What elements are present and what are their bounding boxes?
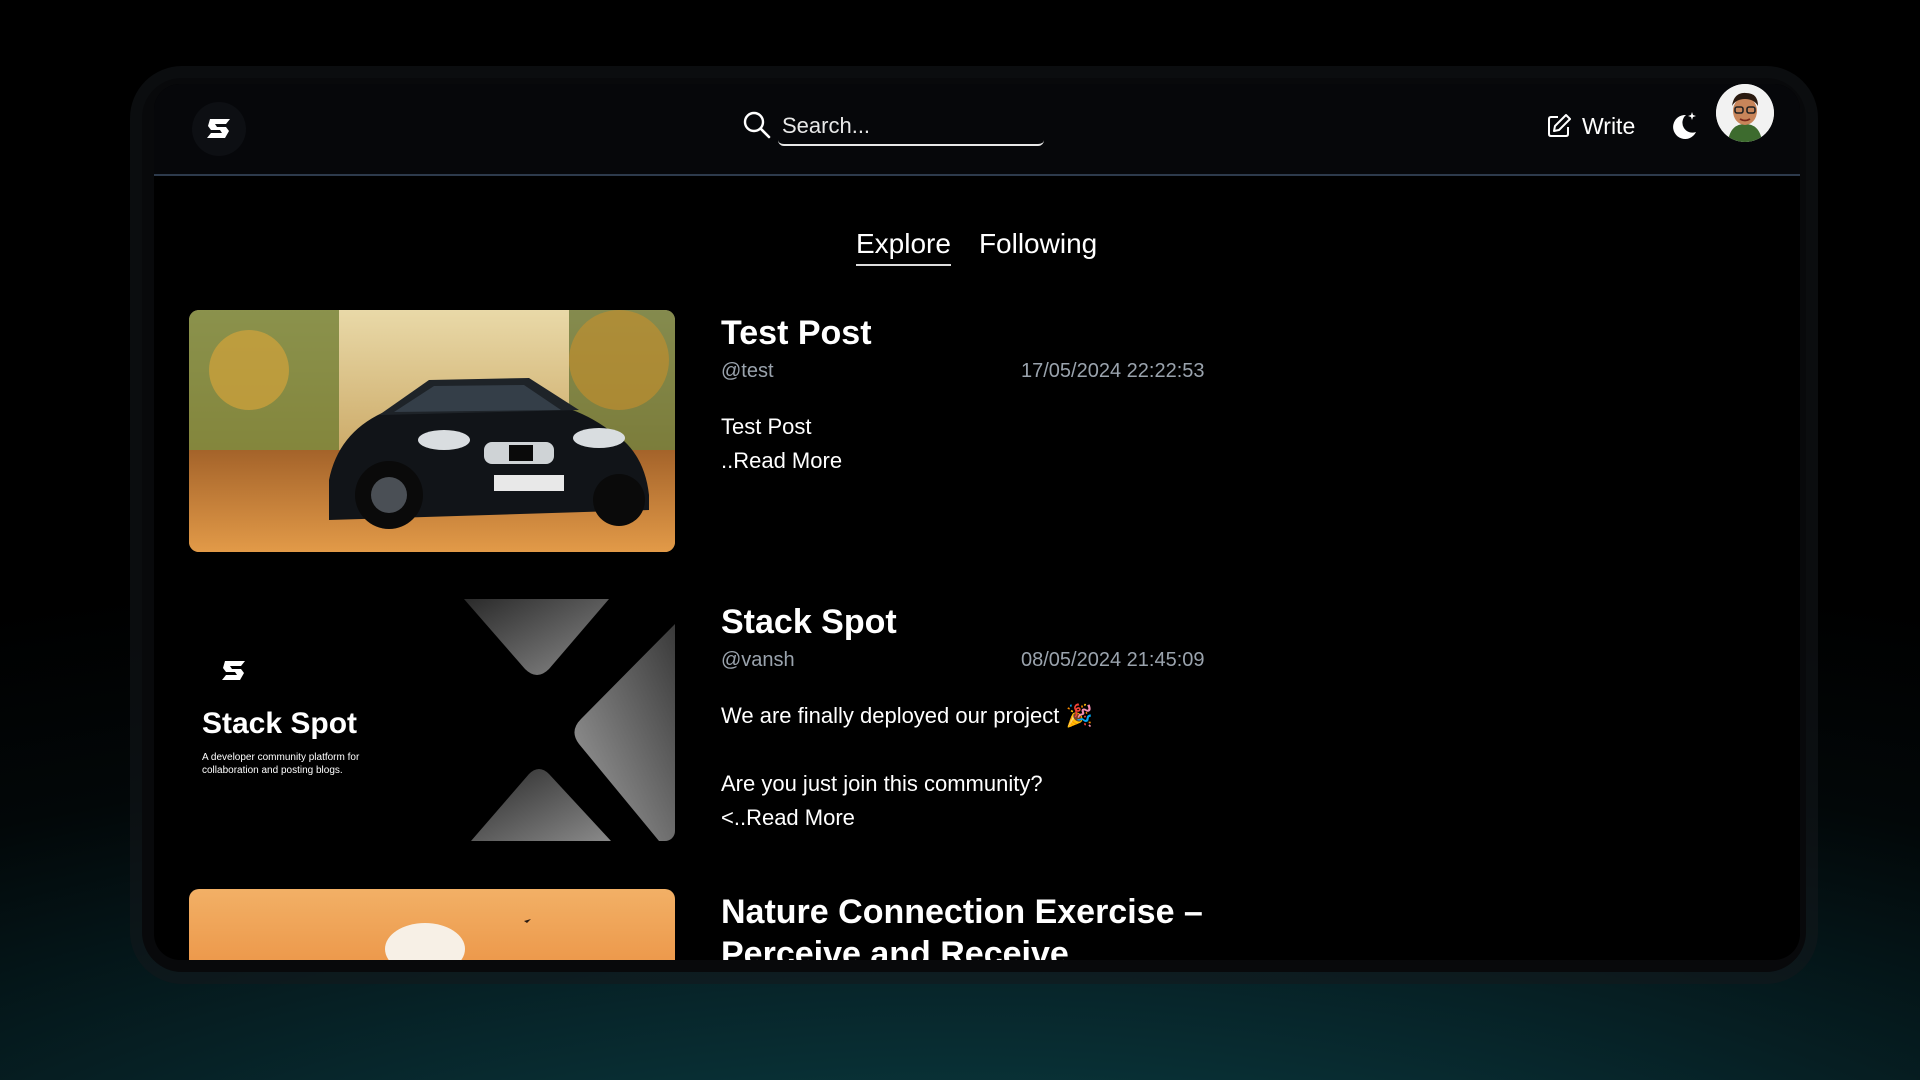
- write-label: Write: [1582, 112, 1636, 139]
- car-image-icon: [189, 310, 675, 552]
- user-avatar[interactable]: [1716, 84, 1774, 142]
- search-input[interactable]: [778, 108, 1044, 146]
- post-author[interactable]: @vansh: [721, 649, 795, 672]
- search-icon[interactable]: [742, 110, 772, 140]
- edit-icon: [1548, 114, 1571, 137]
- top-navbar: Write: [154, 84, 1800, 176]
- tab-explore[interactable]: Explore: [856, 228, 951, 266]
- post-title-line2[interactable]: Perceive and Receive: [721, 935, 1069, 960]
- post-title[interactable]: Nature Connection Exercise –: [721, 893, 1203, 932]
- post-title[interactable]: Test Post: [721, 314, 872, 353]
- post-card: Stack Spot A developer community platfor…: [189, 599, 1389, 849]
- read-more-link[interactable]: ..Read More: [721, 448, 842, 474]
- search-bar: [742, 98, 1044, 158]
- post-date: 17/05/2024 22:22:53: [1021, 360, 1205, 382]
- stackspot-logo-icon: [207, 119, 230, 138]
- post-excerpt-line: Are you just join this community?: [721, 771, 1043, 796]
- thumbnail-title: Stack Spot: [202, 707, 358, 740]
- tab-following[interactable]: Following: [979, 228, 1097, 266]
- logo-button[interactable]: [192, 102, 246, 156]
- post-date: 08/05/2024 21:45:09: [1021, 649, 1205, 671]
- post-thumbnail[interactable]: [189, 889, 675, 960]
- app-screen: Write Explore Following: [154, 84, 1800, 960]
- post-thumbnail[interactable]: [189, 310, 675, 552]
- dark-mode-toggle-icon[interactable]: [1664, 106, 1704, 146]
- write-button[interactable]: Write: [1546, 104, 1635, 148]
- sunset-image-icon: [189, 889, 675, 960]
- post-title[interactable]: Stack Spot: [721, 603, 897, 642]
- post-card: Test Post @test 17/05/2024 22:22:53 Test…: [189, 310, 1389, 560]
- post-excerpt-line: We are finally deployed our project 🎉: [721, 703, 1093, 728]
- read-more-link[interactable]: <..Read More: [721, 805, 855, 831]
- post-author[interactable]: @test: [721, 360, 774, 383]
- avatar-icon: [1716, 84, 1774, 142]
- post-card: Nature Connection Exercise – Perceive an…: [189, 889, 1389, 960]
- feed-tabs: Explore Following: [856, 228, 1097, 266]
- post-excerpt: Test Post: [721, 414, 812, 439]
- thumbnail-caption: A developer community platform for colla…: [202, 752, 360, 776]
- post-thumbnail[interactable]: Stack Spot A developer community platfor…: [189, 599, 675, 841]
